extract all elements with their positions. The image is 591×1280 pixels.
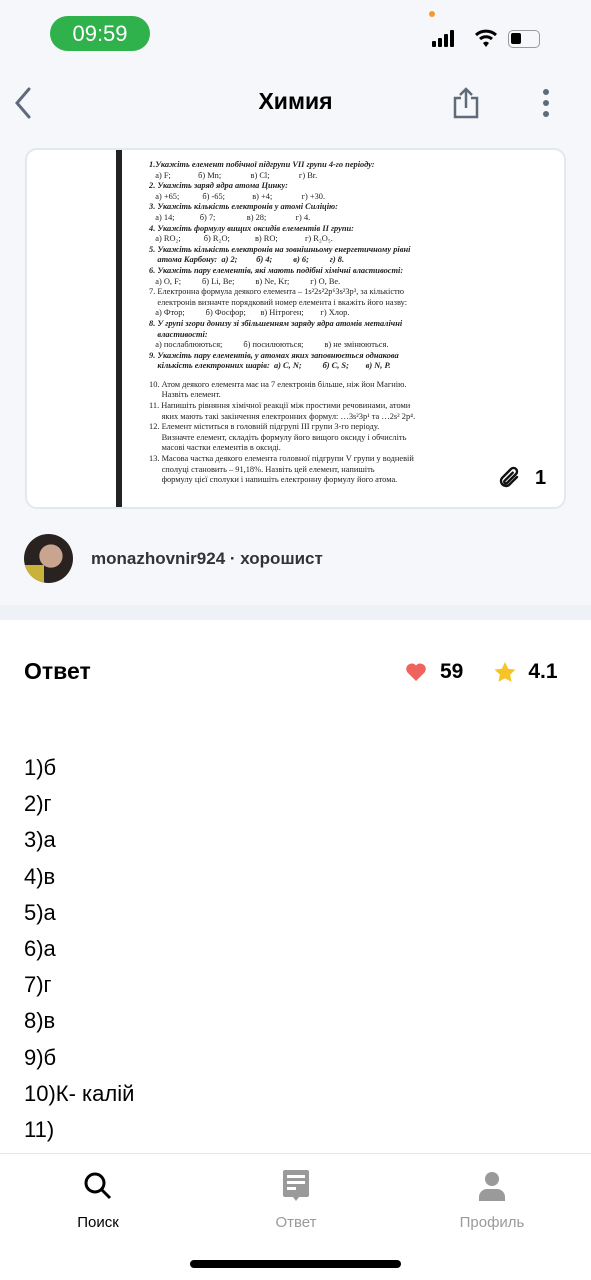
document-line: 9. Укажіть пару елементів, у атомах яких…	[149, 350, 399, 360]
document-line: 2. Укажіть заряд ядра атома Цинку:	[149, 181, 288, 191]
avatar[interactable]	[24, 534, 73, 583]
document-line: а) 14; б) 7; в) 28; г) 4.	[149, 212, 311, 222]
answer-heading: Ответ	[24, 658, 91, 684]
document-line: а) O, F; б) Li, Be; в) Ne, Kr; г) O, Be.	[149, 276, 341, 286]
document-line: 1.Укажіть елемент побічної підгрупи VII …	[149, 160, 375, 169]
privacy-indicator	[429, 11, 435, 17]
more-options-button[interactable]	[543, 89, 549, 117]
answer-line: 4)в	[24, 863, 56, 889]
battery-icon	[508, 30, 540, 48]
search-icon	[84, 1172, 112, 1200]
status-time: 09:59	[50, 16, 150, 51]
answer-line: 2)г	[24, 791, 52, 817]
document-line: Визначте елемент, складіть формулу його …	[149, 432, 407, 442]
document-line: 7. Електронна формула деякого елемента –…	[149, 287, 404, 297]
share-icon	[453, 87, 479, 119]
signal-icon	[432, 30, 454, 47]
profile-icon	[479, 1172, 505, 1201]
document-line: Назвіть елемент.	[149, 390, 221, 400]
answer-line: 9)б	[24, 1044, 57, 1070]
question-document: 1.Укажіть елемент побічної підгрупи VII …	[149, 160, 469, 486]
document-line: а) RO₂; б) R₂O; в) RO; г) R₂O₅.	[149, 234, 333, 244]
document-line: 13. Масова частка деякого елемента голов…	[149, 454, 414, 464]
document-line: електронів визначте порядковий номер еле…	[149, 297, 408, 307]
home-indicator[interactable]	[190, 1260, 401, 1268]
question-image-card[interactable]: 1.Укажіть елемент побічної підгрупи VII …	[25, 148, 566, 509]
document-line: 8. У групі згори донизу зі збільшенням з…	[149, 318, 403, 328]
document-line: а) F; б) Mn; в) Cl; г) Br.	[149, 170, 318, 180]
document-line: кількість електронних шарів: а) C, N; б)…	[149, 361, 391, 371]
tab-profile[interactable]: Профиль	[432, 1166, 552, 1231]
document-line: 5. Укажіть кількість електронів на зовні…	[149, 244, 411, 254]
tab-answer[interactable]: Ответ	[236, 1166, 356, 1231]
wifi-icon	[475, 29, 497, 47]
document-line: масові частки елементів в оксиді.	[149, 443, 281, 453]
document-line: 6. Укажіть пару елементів, які мають под…	[149, 265, 404, 275]
paperclip-icon	[499, 466, 519, 488]
answer-line: 10)К- калій	[24, 1080, 135, 1106]
answer-icon	[283, 1170, 309, 1201]
document-line: атома Карбону: а) 2; б) 4; в) 6; г) 8.	[149, 255, 345, 265]
likes-count: 59	[440, 660, 464, 683]
tab-search[interactable]: Поиск	[38, 1166, 158, 1231]
answer-text: 1)б 2)г 3)а 4)в 5)а 6)а 7)г 8)в 9)б 10)К- калій 11…	[24, 750, 134, 1148]
document-margin-bar	[116, 150, 122, 507]
section-divider	[0, 605, 591, 620]
document-line: 12. Елемент міститься в головній підгруп…	[149, 422, 380, 432]
answer-line: 1)б	[24, 755, 57, 780]
answer-stats: 59 4.1	[405, 660, 558, 684]
attachments-count: 1	[535, 466, 547, 489]
answer-line: 6)а	[24, 936, 56, 962]
attachments-badge[interactable]: 1	[497, 466, 546, 490]
document-line: формулу цієї сполуки і напишіть електрон…	[149, 475, 398, 485]
document-line: а) послаблюються; б) посилюються; в) не …	[149, 340, 389, 350]
heart-icon[interactable]	[405, 662, 427, 682]
rating-value: 4.1	[528, 660, 558, 683]
tab-label: Поиск	[77, 1214, 119, 1231]
document-line: 11. Напишіть рівняння хімічної реакції м…	[149, 401, 411, 411]
star-icon	[494, 662, 516, 682]
share-button[interactable]	[452, 86, 480, 125]
author-row[interactable]: monazhovnir924 · хорошист	[24, 534, 323, 583]
answer-line: 11)	[24, 1117, 55, 1143]
document-line: яких мають такі закінчення електронних ф…	[149, 411, 416, 421]
page-title: Химия	[258, 88, 333, 114]
document-line: 4. Укажіть формулу вищих оксидів елемент…	[149, 223, 354, 233]
tab-label: Профиль	[459, 1214, 525, 1231]
answer-line: 5)а	[24, 899, 56, 925]
document-line: 3. Укажіть кількість електронів у атомі …	[149, 202, 338, 212]
author-name[interactable]: monazhovnir924 · хорошист	[91, 549, 323, 569]
document-line: 10. Атом деякого елемента має на 7 елект…	[149, 379, 407, 389]
answer-line: 3)а	[24, 827, 56, 853]
answer-line: 7)г	[24, 972, 52, 998]
document-line: властивості:	[149, 329, 208, 339]
document-line: а) +65; б) -65; в) +4; г) +30.	[149, 191, 326, 201]
document-line: сполуці становить – 91,18%. Назвіть цей …	[149, 464, 375, 474]
answer-line: 8)в	[24, 1008, 56, 1034]
document-line: а) Фтор; б) Фосфор; в) Нітроген; г) Хлор…	[149, 308, 350, 318]
tab-label: Ответ	[275, 1214, 317, 1231]
